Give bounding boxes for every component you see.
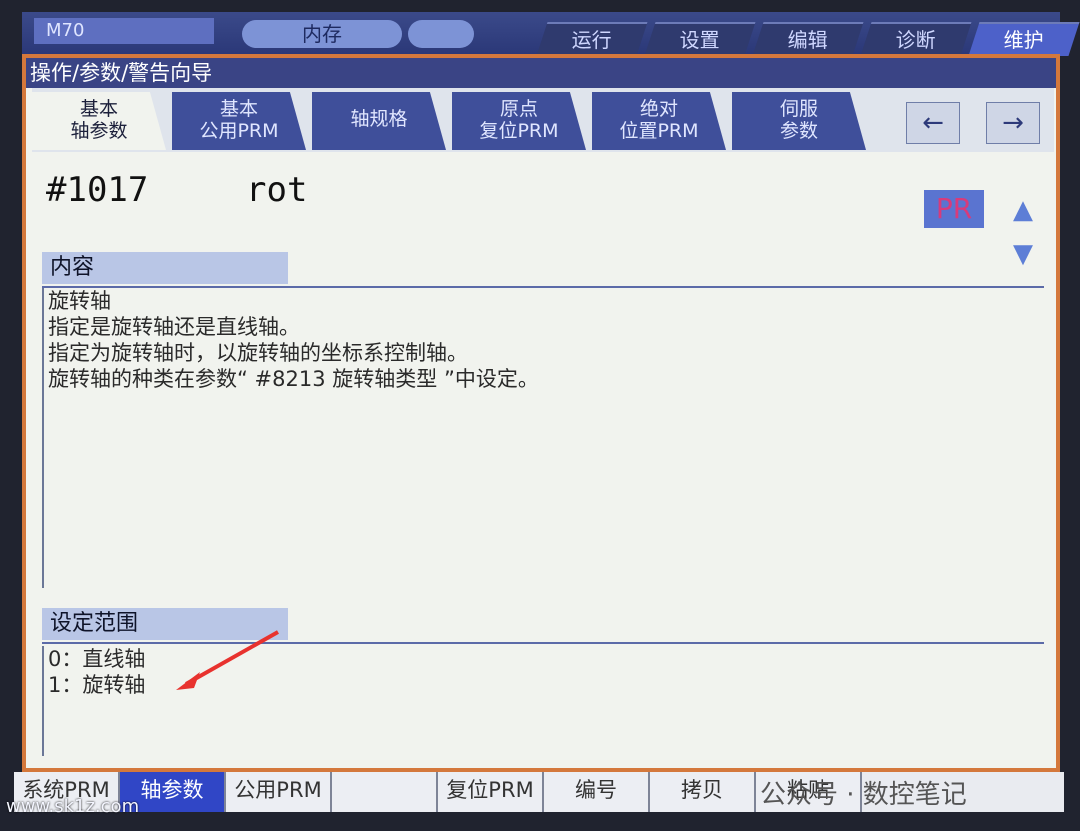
parameter-name: rot	[246, 170, 308, 210]
scroll-down-icon[interactable]: ▼	[1008, 238, 1038, 270]
mode-tab-edit[interactable]: 编辑	[752, 22, 864, 56]
mode-indicator-blank	[408, 20, 474, 48]
mode-tab-run[interactable]: 运行	[536, 22, 648, 56]
cnc-screen: M70 内存 运行 设置 编辑 诊断 维护 操作/参数/警告向导 基本 轴参数 …	[0, 0, 1080, 831]
scroll-up-icon[interactable]: ▲	[1008, 194, 1038, 226]
softkey-common-prm[interactable]: 公用PRM	[226, 772, 332, 812]
mode-tab-setup[interactable]: 设置	[644, 22, 756, 56]
content-line: 旋转轴	[48, 289, 111, 313]
arrow-left-icon[interactable]: ←	[906, 102, 960, 144]
tab-servo-param[interactable]: 伺服 参数	[732, 92, 866, 150]
mode-tabs: 运行 设置 编辑 诊断 维护	[536, 22, 1080, 56]
parameter-tabs: 基本 轴参数 基本 公用PRM 轴规格 原点 复位PRM 绝对 位置PRM 伺服…	[32, 88, 1054, 152]
parameter-number: #1017	[46, 170, 149, 210]
arrow-right-icon[interactable]: →	[986, 102, 1040, 144]
tab-axis-spec[interactable]: 轴规格	[312, 92, 446, 150]
softkey-copy[interactable]: 拷贝	[650, 772, 756, 812]
memory-mode-indicator: 内存	[242, 20, 402, 48]
watermark-site: www.sk1z.com	[6, 796, 140, 817]
breadcrumb: 操作/参数/警告向导	[26, 58, 1056, 88]
softkey-blank[interactable]	[332, 772, 438, 812]
watermark-account: 公众号 · 数控笔记	[760, 780, 967, 810]
annotation-arrow-icon	[176, 630, 279, 690]
content-description: 旋转轴 指定是旋转轴还是直线轴。 指定为旋转轴时，以旋转轴的坐标系控制轴。 旋转…	[42, 288, 1044, 588]
mode-tab-diagnosis[interactable]: 诊断	[860, 22, 972, 56]
tab-basic-common-prm[interactable]: 基本 公用PRM	[172, 92, 306, 150]
status-bar: M70 内存 运行 设置 编辑 诊断 维护	[22, 12, 1080, 56]
tab-origin-reset-prm[interactable]: 原点 复位PRM	[452, 92, 586, 150]
model-label: M70	[34, 18, 214, 44]
softkey-number[interactable]: 编号	[544, 772, 650, 812]
softkey-reset-prm[interactable]: 复位PRM	[438, 772, 544, 812]
content-line: 旋转轴的种类在参数“ #8213 旋转轴类型 ”中设定。	[48, 367, 539, 391]
tab-absolute-position-prm[interactable]: 绝对 位置PRM	[592, 92, 726, 150]
tab-basic-axis-param[interactable]: 基本 轴参数	[32, 92, 166, 150]
pr-badge: PR	[924, 190, 984, 228]
content-section-title: 内容	[42, 252, 288, 284]
content-line: 指定是旋转轴还是直线轴。	[48, 315, 300, 339]
mode-tab-maintenance[interactable]: 维护	[968, 22, 1080, 56]
content-line: 指定为旋转轴时，以旋转轴的坐标系控制轴。	[48, 341, 468, 365]
